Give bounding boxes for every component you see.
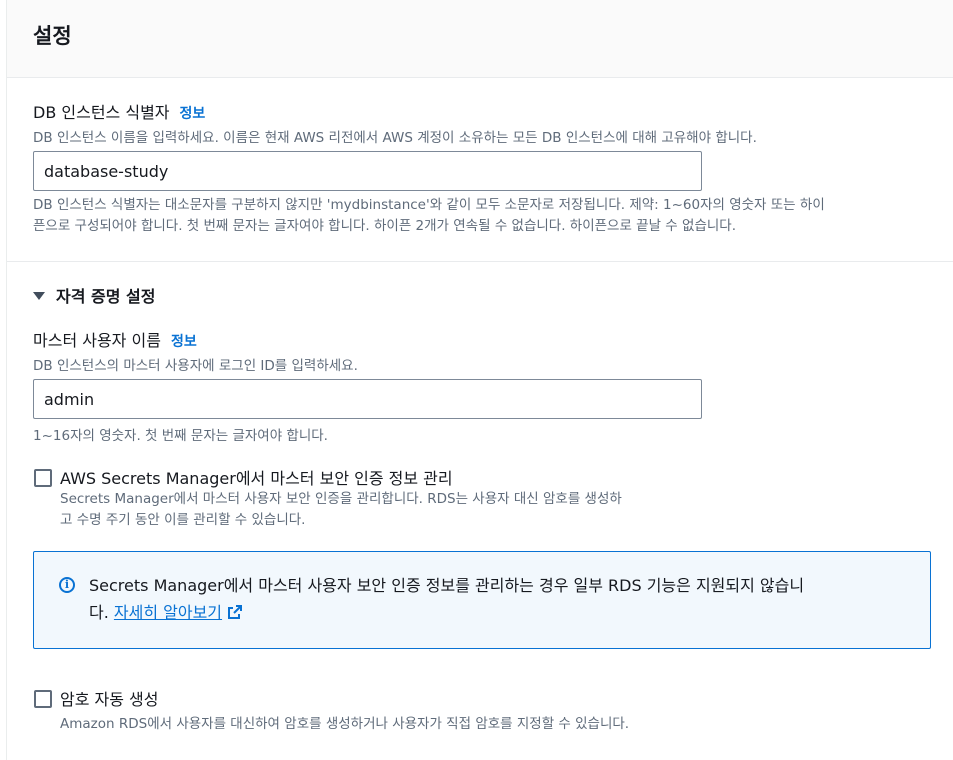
- master-username-label-text: 마스터 사용자 이름: [33, 331, 161, 350]
- instance-identifier-input[interactable]: [33, 151, 702, 191]
- credentials-expander[interactable]: 자격 증명 설정: [33, 283, 155, 307]
- alert-text-line2-prefix: 다.: [89, 603, 109, 622]
- instance-identifier-label: DB 인스턴스 식별자 정보: [33, 99, 205, 123]
- external-link-icon[interactable]: [226, 603, 244, 621]
- secrets-manager-desc-line2: 고 수명 주기 동안 이를 관리할 수 있습니다.: [60, 512, 306, 528]
- instance-identifier-help-line2: 픈으로 구성되어야 합니다. 첫 번째 문자는 글자여야 합니다. 하이픈 2개…: [33, 218, 736, 234]
- master-username-info-link[interactable]: 정보: [171, 334, 197, 350]
- secrets-manager-label[interactable]: AWS Secrets Manager에서 마스터 보안 인증 정보 관리: [60, 465, 453, 489]
- info-icon: i: [59, 577, 75, 593]
- instance-identifier-info-link[interactable]: 정보: [180, 106, 206, 122]
- settings-panel: 설정 DB 인스턴스 식별자 정보 DB 인스턴스 이름을 입력하세요. 이름은 …: [6, 0, 953, 760]
- alert-text: Secrets Manager에서 마스터 사용자 보안 인증 정보를 관리하는…: [89, 572, 904, 626]
- section-header: 설정: [7, 0, 953, 78]
- instance-identifier-label-text: DB 인스턴스 식별자: [33, 103, 170, 122]
- section-title: 설정: [33, 24, 72, 48]
- secrets-manager-checkbox[interactable]: [34, 469, 52, 487]
- master-username-description: DB 인스턴스의 마스터 사용자에 로그인 ID를 입력하세요.: [33, 358, 358, 374]
- learn-more-link[interactable]: 자세히 알아보기: [114, 603, 222, 622]
- instance-identifier-description: DB 인스턴스 이름을 입력하세요. 이름은 현재 AWS 리전에서 AWS 계…: [33, 130, 757, 146]
- master-username-label: 마스터 사용자 이름 정보: [33, 327, 197, 351]
- master-username-help: 1~16자의 영숫자. 첫 번째 문자는 글자여야 합니다.: [33, 428, 328, 444]
- secrets-manager-info-alert: i Secrets Manager에서 마스터 사용자 보안 인증 정보를 관리…: [33, 551, 931, 649]
- auto-password-checkbox[interactable]: [34, 690, 52, 708]
- secrets-manager-description: Secrets Manager에서 마스터 사용자 보안 인증을 관리합니다. …: [60, 489, 720, 531]
- auto-password-description: Amazon RDS에서 사용자를 대신하여 암호를 생성하거나 사용자가 직접…: [60, 716, 630, 732]
- alert-text-line2: 다. 자세히 알아보기: [89, 599, 904, 626]
- caret-down-icon: [33, 292, 45, 300]
- credentials-expander-label: 자격 증명 설정: [56, 287, 156, 306]
- auto-password-label[interactable]: 암호 자동 생성: [60, 686, 159, 710]
- instance-identifier-help-line1: DB 인스턴스 식별자는 대소문자를 구분하지 않지만 'mydbinstanc…: [33, 197, 825, 213]
- secrets-manager-desc-line1: Secrets Manager에서 마스터 사용자 보안 인증을 관리합니다. …: [60, 491, 622, 507]
- instance-identifier-help: DB 인스턴스 식별자는 대소문자를 구분하지 않지만 'mydbinstanc…: [33, 195, 938, 237]
- master-username-input[interactable]: [33, 379, 702, 419]
- alert-text-line1: Secrets Manager에서 마스터 사용자 보안 인증 정보를 관리하는…: [89, 576, 805, 595]
- section-divider: [7, 261, 953, 262]
